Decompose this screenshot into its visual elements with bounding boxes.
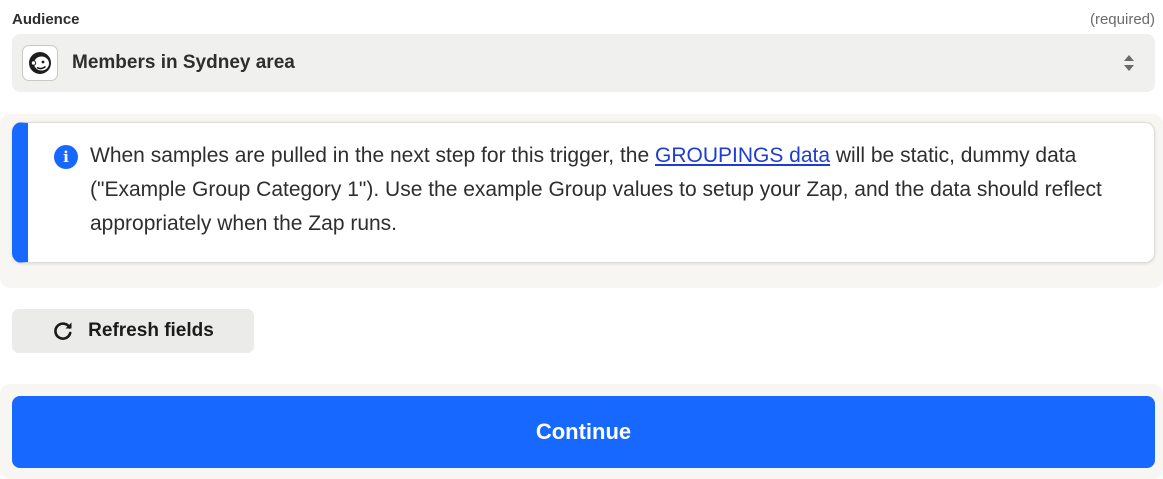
info-banner: i When samples are pulled in the next st… xyxy=(12,122,1155,263)
sort-arrows-icon xyxy=(1123,53,1135,73)
refresh-fields-label: Refresh fields xyxy=(88,320,214,341)
audience-select[interactable]: Members in Sydney area xyxy=(12,34,1155,92)
info-text-before-link: When samples are pulled in the next step… xyxy=(90,144,655,167)
continue-button[interactable]: Continue xyxy=(12,396,1155,468)
refresh-fields-button[interactable]: Refresh fields xyxy=(12,309,254,353)
required-indicator: (required) xyxy=(1089,10,1155,28)
continue-label: Continue xyxy=(535,419,632,444)
groupings-data-link[interactable]: GROUPINGS data xyxy=(655,144,830,167)
audience-label: Audience xyxy=(12,10,80,28)
mailchimp-icon xyxy=(22,45,58,81)
audience-field-header: Audience (required) xyxy=(12,8,1155,30)
info-icon: i xyxy=(54,145,78,169)
audience-selected-value: Members in Sydney area xyxy=(72,52,295,73)
refresh-icon xyxy=(52,320,74,342)
info-banner-text: When samples are pulled in the next step… xyxy=(90,139,1140,241)
